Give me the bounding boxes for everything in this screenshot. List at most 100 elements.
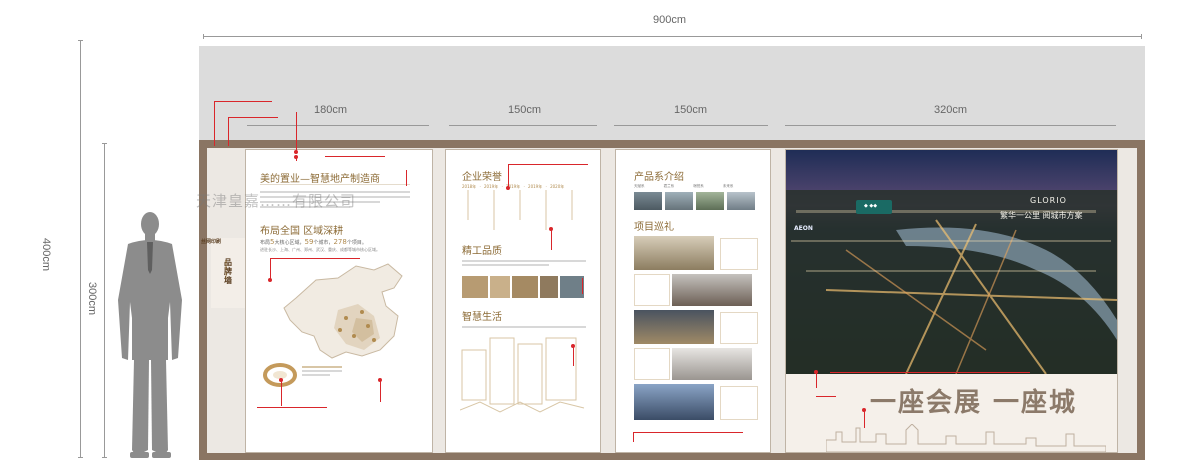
height-400-line bbox=[80, 40, 81, 458]
project-logo-badge: ◆ ◆◆ bbox=[864, 203, 878, 209]
project-caption bbox=[720, 312, 758, 344]
annotation-line bbox=[270, 258, 360, 259]
annotation-dot bbox=[294, 155, 298, 159]
stat-cities-unit: 个城市， bbox=[313, 240, 334, 246]
side-sign: 丝网印刷 品牌墙 BRAND WALL bbox=[201, 238, 245, 308]
project-caption bbox=[720, 386, 758, 420]
dim-tick bbox=[78, 40, 83, 41]
annotation-line bbox=[214, 101, 272, 102]
annotation-dot bbox=[279, 378, 283, 382]
smart-paragraph bbox=[462, 324, 586, 330]
dim-tick bbox=[1141, 34, 1142, 39]
divider bbox=[260, 184, 410, 185]
annotation-dot bbox=[506, 186, 510, 190]
segment-1-line bbox=[247, 125, 429, 126]
panel2-title-quality: 精工品质 bbox=[462, 246, 502, 257]
dim-tick bbox=[102, 143, 107, 144]
segment-4-line bbox=[785, 125, 1116, 126]
side-sign-en: BRAND WALL bbox=[223, 260, 228, 280]
series-tianfu: 天赋系 bbox=[634, 184, 645, 188]
panel1-title: 美的置业—智慧地产制造商 bbox=[260, 174, 380, 185]
height-300-line bbox=[104, 143, 105, 458]
honor-year-2: 2019年 bbox=[484, 184, 499, 189]
annotation-dot bbox=[378, 378, 382, 382]
panel1-stats: 布局5大核心区域，59个城市，278个项目。 bbox=[260, 238, 367, 246]
series-weilai: 未来系 bbox=[722, 184, 734, 188]
segment-2-label: 150cm bbox=[508, 104, 542, 116]
annotation-line bbox=[633, 432, 743, 433]
gold-ring-icon bbox=[263, 363, 297, 387]
panel1-cities: 进驻长沙、上海、广州、郑州、武汉、重庆、成都等城市核心区域。 bbox=[260, 247, 380, 252]
height-400-label: 400cm bbox=[40, 238, 52, 272]
dim-tick bbox=[203, 34, 204, 39]
project-photo bbox=[634, 310, 714, 344]
award-photo bbox=[560, 276, 584, 298]
smart-life-diagram bbox=[460, 337, 585, 413]
series-junlan: 君兰系 bbox=[663, 184, 675, 188]
annotation-line bbox=[325, 156, 385, 157]
project-caption bbox=[634, 274, 670, 306]
honor-timeline bbox=[467, 190, 573, 230]
height-300-label: 300cm bbox=[86, 282, 98, 316]
annotation-line bbox=[270, 258, 271, 280]
annotation-line bbox=[633, 432, 634, 442]
annotation-line bbox=[830, 372, 1030, 373]
skyline-banner: 一座会展 一座城 bbox=[786, 374, 1117, 452]
project-photo bbox=[634, 384, 714, 420]
watermark: 天津皇嘉……有限公司 bbox=[196, 192, 357, 210]
segment-3-line bbox=[614, 125, 768, 126]
stat-regions-unit: 大核心区域， bbox=[274, 240, 305, 246]
annotation-dot bbox=[294, 150, 298, 154]
panel-products-projects: 产品系介绍 天赋系 君兰系 璟悦系 未来系 项目巡礼 bbox=[616, 150, 770, 452]
annotation-line bbox=[551, 228, 552, 250]
award-photo bbox=[490, 276, 510, 298]
aeon-label: AEON bbox=[794, 225, 813, 232]
panel-aerial-view: ◆ ◆◆ AEON GLORIO 繁华一公里 阅城市方案 一座会展 一座城 bbox=[786, 150, 1117, 452]
annotation-line bbox=[864, 410, 865, 428]
award-photo bbox=[512, 276, 538, 298]
aerial-city-photo bbox=[786, 150, 1117, 374]
segment-4-label: 320cm bbox=[934, 104, 968, 116]
annotation-line bbox=[582, 278, 583, 294]
annotation-dot bbox=[862, 408, 866, 412]
side-sign-small-label: 丝网印刷 bbox=[201, 239, 222, 245]
honor-year-5: 2020年 bbox=[550, 184, 565, 189]
honor-year-4: 2019年 bbox=[528, 184, 543, 189]
award-photo bbox=[540, 276, 558, 298]
award-photo bbox=[462, 276, 488, 298]
segment-2-line bbox=[449, 125, 597, 126]
annotation-line bbox=[816, 396, 836, 397]
brand-en: GLORIO bbox=[1030, 196, 1067, 205]
annotation-dot bbox=[268, 278, 272, 282]
annotation-line bbox=[214, 101, 215, 146]
panel-honors-quality: 企业荣誉 2018年 · 2019年 · 2019年 · 2019年 · 202… bbox=[446, 150, 600, 452]
annotation-line bbox=[228, 117, 278, 118]
annotation-dot bbox=[549, 227, 553, 231]
panel1-section2-title: 布局全国 区域深耕 bbox=[260, 226, 344, 237]
annotation-line bbox=[228, 117, 229, 146]
stats-prefix: 布局 bbox=[260, 240, 271, 246]
stat-projects-unit: 个项目。 bbox=[346, 240, 367, 246]
project-photo bbox=[672, 274, 752, 306]
skyline-icon bbox=[826, 424, 1106, 452]
series-photo bbox=[727, 192, 755, 210]
annotation-line bbox=[816, 372, 817, 388]
panel3-title-projects: 项目巡礼 bbox=[634, 222, 674, 233]
annotation-line bbox=[296, 112, 297, 152]
quality-paragraph bbox=[462, 258, 586, 270]
annotation-line bbox=[508, 164, 509, 188]
product-series-labels: 天赋系 君兰系 璟悦系 未来系 bbox=[634, 184, 733, 189]
stat-projects: 278 bbox=[333, 238, 347, 246]
bottom-slogan: 一座会展 一座城 bbox=[870, 388, 1078, 418]
annotation-dot bbox=[814, 370, 818, 374]
project-photo bbox=[672, 348, 752, 380]
panel2-title-honors: 企业荣誉 bbox=[462, 172, 502, 183]
china-map-icon bbox=[283, 263, 403, 359]
series-photo bbox=[665, 192, 693, 210]
human-silhouette-icon bbox=[118, 212, 182, 458]
total-width-label: 900cm bbox=[653, 14, 687, 26]
honor-year-1: 2018年 bbox=[462, 184, 477, 189]
dim-tick bbox=[102, 457, 107, 458]
series-jingyue: 璟悦系 bbox=[693, 184, 704, 188]
project-caption bbox=[634, 348, 670, 380]
